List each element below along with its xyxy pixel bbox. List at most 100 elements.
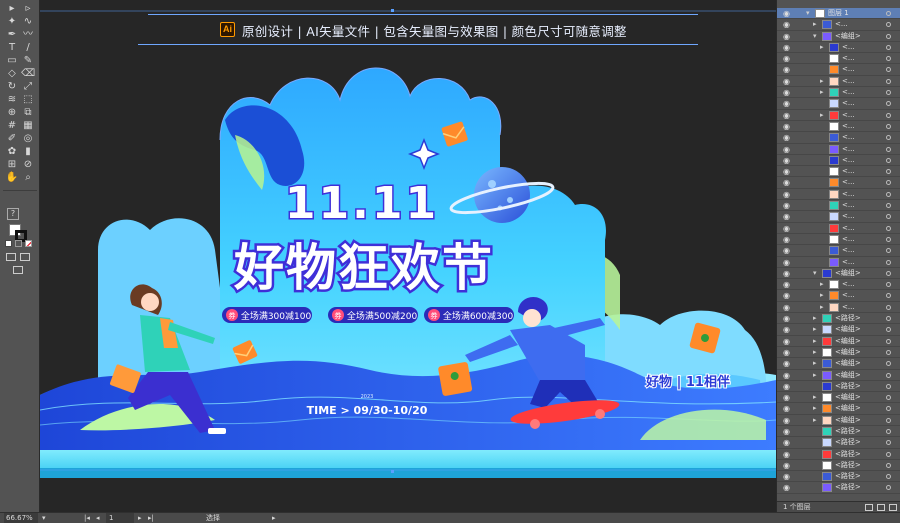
visibility-eye-icon[interactable]: ◉ bbox=[783, 258, 790, 267]
layer-row[interactable]: ◉ ▸ <... bbox=[777, 76, 900, 88]
target-circle-icon[interactable] bbox=[886, 440, 891, 446]
expand-closed-icon[interactable]: ▸ bbox=[813, 348, 817, 357]
layer-row-top[interactable]: ◉ ▾ 图层 1 bbox=[777, 8, 900, 20]
expand-closed-icon[interactable]: ▸ bbox=[820, 280, 824, 289]
layer-row[interactable]: ◉ <... bbox=[777, 121, 900, 133]
curvature-tool-icon[interactable]: 〰 bbox=[21, 28, 35, 41]
target-circle-icon[interactable] bbox=[886, 56, 891, 62]
layer-row[interactable]: ◉ ▸ <路径> bbox=[777, 313, 900, 325]
expand-closed-icon[interactable]: ▸ bbox=[820, 88, 824, 97]
layer-row[interactable]: ◉ ▸ <编组> bbox=[777, 403, 900, 415]
select-tool-icon[interactable]: ▸ bbox=[5, 2, 19, 15]
target-circle-icon[interactable] bbox=[886, 361, 891, 367]
change-screen-mode-icon[interactable] bbox=[13, 266, 23, 274]
color-mode-icon[interactable] bbox=[5, 240, 12, 247]
pen-tool-icon[interactable]: ✒ bbox=[5, 28, 19, 41]
visibility-eye-icon[interactable]: ◉ bbox=[783, 32, 790, 41]
prev-artboard-icon[interactable]: ◂ bbox=[96, 513, 100, 523]
layer-row[interactable]: ◉ ▸ <编组> bbox=[777, 358, 900, 370]
target-circle-icon[interactable] bbox=[886, 135, 891, 141]
target-circle-icon[interactable] bbox=[886, 304, 891, 310]
expand-closed-icon[interactable]: ▸ bbox=[820, 291, 824, 300]
layer-row[interactable]: ◉ <路径> bbox=[777, 471, 900, 483]
zoom-field[interactable]: 66.67% bbox=[4, 513, 38, 523]
visibility-eye-icon[interactable]: ◉ bbox=[783, 190, 790, 199]
visibility-eye-icon[interactable]: ◉ bbox=[783, 122, 790, 131]
layer-row[interactable]: ◉ <路径> bbox=[777, 426, 900, 438]
free-transform-tool-icon[interactable]: ⬚ bbox=[21, 93, 35, 106]
target-circle-icon[interactable] bbox=[886, 259, 891, 265]
visibility-eye-icon[interactable]: ◉ bbox=[783, 178, 790, 187]
first-artboard-icon[interactable]: |◂ bbox=[84, 513, 90, 523]
target-circle-icon[interactable] bbox=[886, 11, 891, 16]
search-icon[interactable] bbox=[865, 504, 873, 511]
layer-row[interactable]: ◉ <... bbox=[777, 177, 900, 189]
visibility-eye-icon[interactable]: ◉ bbox=[783, 269, 790, 278]
target-circle-icon[interactable] bbox=[886, 67, 891, 73]
layer-row[interactable]: ◉ <... bbox=[777, 245, 900, 257]
visibility-eye-icon[interactable]: ◉ bbox=[783, 483, 790, 492]
visibility-eye-icon[interactable]: ◉ bbox=[783, 337, 790, 346]
target-circle-icon[interactable] bbox=[886, 191, 891, 197]
column-graph-tool-icon[interactable]: ▮ bbox=[21, 145, 35, 158]
visibility-eye-icon[interactable]: ◉ bbox=[783, 54, 790, 63]
hand-tool-icon[interactable]: ✋ bbox=[5, 171, 19, 184]
target-circle-icon[interactable] bbox=[886, 451, 891, 457]
paintbrush-tool-icon[interactable]: ✎ bbox=[21, 54, 35, 67]
visibility-eye-icon[interactable]: ◉ bbox=[783, 280, 790, 289]
zoom-dropdown-icon[interactable]: ▾ bbox=[42, 513, 46, 523]
layer-row[interactable]: ◉ <... bbox=[777, 189, 900, 201]
visibility-eye-icon[interactable]: ◉ bbox=[783, 291, 790, 300]
visibility-eye-icon[interactable]: ◉ bbox=[783, 235, 790, 244]
layer-row[interactable]: ◉ ▸ <编组> bbox=[777, 370, 900, 381]
target-circle-icon[interactable] bbox=[886, 372, 891, 378]
visibility-eye-icon[interactable]: ◉ bbox=[783, 9, 790, 18]
visibility-eye-icon[interactable]: ◉ bbox=[783, 382, 790, 391]
target-circle-icon[interactable] bbox=[886, 112, 891, 118]
line-tool-icon[interactable]: / bbox=[21, 41, 35, 54]
screen-mode-icon[interactable] bbox=[20, 253, 30, 261]
trash-icon[interactable] bbox=[889, 504, 897, 511]
target-circle-icon[interactable] bbox=[886, 327, 891, 333]
layer-row[interactable]: ◉ ▾ <编组> bbox=[777, 31, 900, 42]
layer-row[interactable]: ◉ ▸ <... bbox=[777, 42, 900, 54]
expand-closed-icon[interactable]: ▸ bbox=[813, 393, 817, 402]
target-circle-icon[interactable] bbox=[886, 203, 891, 209]
layer-row[interactable]: ◉ <路径> bbox=[777, 381, 900, 393]
visibility-eye-icon[interactable]: ◉ bbox=[783, 472, 790, 481]
target-circle-icon[interactable] bbox=[886, 293, 891, 299]
layer-row[interactable]: ◉ <... bbox=[777, 98, 900, 110]
visibility-eye-icon[interactable]: ◉ bbox=[783, 303, 790, 312]
target-circle-icon[interactable] bbox=[886, 406, 891, 412]
layer-row[interactable]: ◉ ▸ <编组> bbox=[777, 415, 900, 426]
visibility-eye-icon[interactable]: ◉ bbox=[783, 427, 790, 436]
visibility-eye-icon[interactable]: ◉ bbox=[783, 416, 790, 425]
type-tool-icon[interactable]: T bbox=[5, 41, 19, 54]
help-icon[interactable]: ? bbox=[7, 208, 19, 220]
expand-closed-icon[interactable]: ▸ bbox=[813, 314, 817, 323]
mesh-tool-icon[interactable]: # bbox=[5, 119, 19, 132]
layer-row[interactable]: ◉ <... bbox=[777, 64, 900, 76]
artboard-tool-icon[interactable]: ⊞ bbox=[5, 158, 19, 171]
target-circle-icon[interactable] bbox=[886, 101, 891, 107]
expand-open-icon[interactable]: ▾ bbox=[813, 32, 817, 41]
layer-row[interactable]: ◉ <... bbox=[777, 144, 900, 155]
visibility-eye-icon[interactable]: ◉ bbox=[783, 167, 790, 176]
layer-row[interactable]: ◉ <路径> bbox=[777, 437, 900, 449]
expand-open-icon[interactable]: ▾ bbox=[813, 269, 817, 278]
visibility-eye-icon[interactable]: ◉ bbox=[783, 461, 790, 470]
visibility-eye-icon[interactable]: ◉ bbox=[783, 111, 790, 120]
visibility-eye-icon[interactable]: ◉ bbox=[783, 450, 790, 459]
visibility-eye-icon[interactable]: ◉ bbox=[783, 88, 790, 97]
eyedropper-tool-icon[interactable]: ✐ bbox=[5, 132, 19, 145]
visibility-eye-icon[interactable]: ◉ bbox=[783, 65, 790, 74]
direct-select-tool-icon[interactable]: ▹ bbox=[21, 2, 35, 15]
target-circle-icon[interactable] bbox=[886, 485, 891, 491]
next-artboard-icon[interactable]: ▸ bbox=[138, 513, 142, 523]
target-circle-icon[interactable] bbox=[886, 157, 891, 163]
target-circle-icon[interactable] bbox=[886, 214, 891, 220]
visibility-eye-icon[interactable]: ◉ bbox=[783, 393, 790, 402]
layer-row[interactable]: ◉ <路径> bbox=[777, 449, 900, 460]
expand-closed-icon[interactable]: ▸ bbox=[820, 43, 824, 52]
expand-closed-icon[interactable]: ▸ bbox=[820, 303, 824, 312]
